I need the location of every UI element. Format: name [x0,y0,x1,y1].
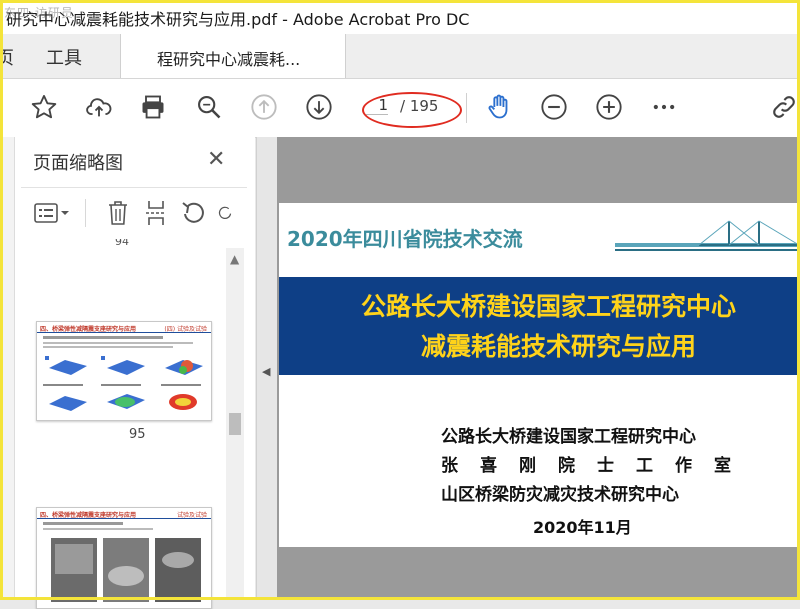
split-page-button[interactable] [141,197,171,229]
trash-icon [109,201,127,225]
list-options-icon [34,203,69,223]
close-panel-icon[interactable]: ✕ [207,147,225,172]
upload-button[interactable] [83,91,115,123]
tab-home[interactable]: 页 [0,44,14,70]
organization-line-1: 公路长大桥建设国家工程研究中心 [441,427,696,447]
rotate-left-button[interactable] [179,197,209,229]
more-tools-button[interactable] [648,91,680,123]
more-dots-icon [653,104,675,110]
link-icon [773,96,795,118]
thumbnail-rule [37,518,211,519]
bookmark-star-button[interactable] [28,91,60,123]
collapse-pane-handle[interactable]: ◀ [256,137,277,600]
tab-tools[interactable]: 工具 [46,44,82,70]
pdf-page: 2020年四川省院技术交流 公路长大桥建设国家工程研究中心 减震耗能技术研究与应… [279,203,800,547]
heading-decoration [615,249,800,251]
thumbnail-figures [43,336,203,411]
previous-page-button[interactable] [248,91,280,123]
presentation-date: 2020年11月 [533,518,632,537]
scrollbar-thumb[interactable] [229,413,241,435]
tab-document-label: 程研究中心减震耗... [157,50,301,69]
share-link-button[interactable] [770,91,798,123]
zoom-in-button[interactable] [593,91,625,123]
minus-circle-icon [541,94,567,120]
title-bar: 研究中心减震耗能技术研究与应用.pdf - Adobe Acrobat Pro … [0,0,800,34]
cloud-upload-icon [86,98,112,117]
tool-divider [85,199,86,227]
star-icon [31,94,57,119]
toolbar-divider [466,93,467,123]
plus-circle-icon [596,94,622,120]
left-rail [0,137,15,600]
panel-divider [21,187,247,188]
banner-line-2: 减震耗能技术研究与应用 [421,332,697,361]
tab-document[interactable]: 程研究中心减震耗... [120,34,346,78]
document-view[interactable]: 2020年四川省院技术交流 公路长大桥建设国家工程研究中心 减震耗能技术研究与应… [277,137,800,600]
magnifier-icon [198,96,221,119]
bridge-logo [699,220,800,246]
arrow-up-circle-icon [251,94,277,120]
hand-icon [488,94,508,119]
thumbnails-scrollbar[interactable]: ▲ [226,248,244,600]
thumbnail-rule [37,332,211,333]
scroll-up-icon[interactable]: ▲ [230,252,239,266]
thumbnails-title: 页面缩略图 [33,153,123,174]
slide-heading: 2020年四川省院技术交流 [287,227,523,251]
title-banner: 公路长大桥建设国家工程研究中心 减震耗能技术研究与应用 [279,277,800,375]
page-thumbnail[interactable]: 四、桥梁弹性减隔震支座研究与应用 (四) 试验及试验 [36,321,212,421]
arrow-down-circle-icon [306,94,332,120]
page-thumbnail[interactable]: 四、桥梁弹性减隔震支座研究与应用 试验及试验 [36,507,212,609]
zoom-search-button[interactable] [193,91,225,123]
banner-line-1: 公路长大桥建设国家工程研究中心 [361,292,737,321]
rotate-right-button[interactable] [217,197,233,229]
rotate-ccw-icon [182,202,204,223]
rotate-cw-icon [218,206,232,220]
thumbnails-panel: 页面缩略图 ✕ 94 四、桥梁弹性减隔震支座研究与应用 (四) 试验及试验 95… [15,137,255,609]
page-counter-annotation [362,92,462,128]
tab-row: 页 工具 程研究中心减震耗... [0,34,800,79]
partial-page-label: 94 [115,239,129,248]
chevron-left-icon: ◀ [262,365,271,378]
printer-icon [142,95,164,119]
organization-line-2: 张喜刚院士工作室 [441,456,753,476]
thumbnail-photos [43,522,201,602]
thumbnail-toolbar [33,197,243,231]
thumbnail-page-number: 95 [129,427,146,442]
options-menu-button[interactable] [33,197,73,229]
watermark: 东四·访研员 [4,6,74,20]
next-page-button[interactable] [303,91,335,123]
organization-line-3: 山区桥梁防灾减灾技术研究中心 [441,485,679,505]
print-button[interactable] [137,91,169,123]
delete-page-button[interactable] [103,197,133,229]
zoom-out-button[interactable] [538,91,570,123]
hand-tool-button[interactable] [483,91,515,123]
window-title: 研究中心减震耗能技术研究与应用.pdf - Adobe Acrobat Pro … [6,10,470,29]
page-split-icon [146,201,166,225]
